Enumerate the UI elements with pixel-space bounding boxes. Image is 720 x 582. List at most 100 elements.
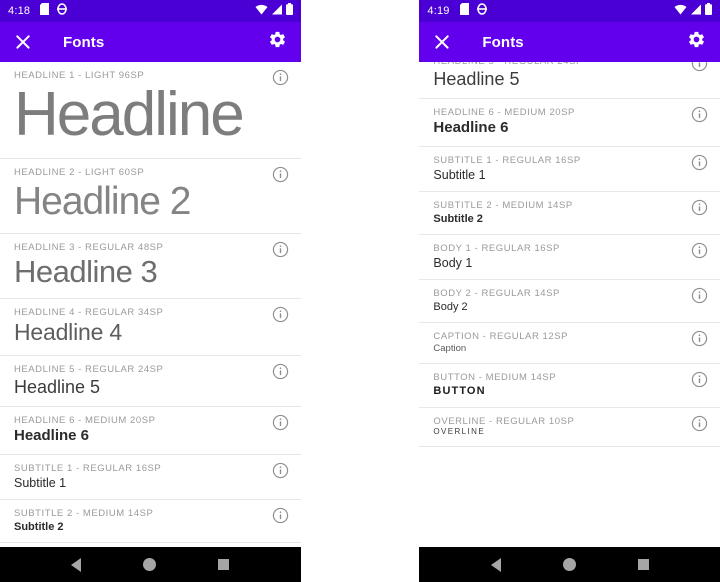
status-right-icons — [255, 2, 293, 20]
info-icon[interactable] — [272, 306, 289, 323]
font-style-row[interactable]: SUBTITLE 1 - REGULAR 16SP Subtitle 1 — [419, 146, 720, 192]
app-bar: Fonts — [0, 22, 301, 62]
system-navigation-bar — [419, 547, 720, 582]
info-icon[interactable] — [272, 69, 289, 86]
font-style-label: HEADLINE 6 - MEDIUM 20SP — [14, 415, 156, 427]
info-icon[interactable] — [691, 199, 708, 216]
cell-signal-icon — [271, 2, 283, 20]
recents-icon[interactable] — [637, 559, 649, 570]
font-style-label: BUTTON - MEDIUM 14SP — [433, 372, 557, 384]
font-style-row[interactable]: BODY 2 - REGULAR 14SP Body 2 — [419, 279, 720, 323]
font-style-sample: Body 2 — [433, 300, 468, 313]
status-bar: 4:19 — [419, 0, 720, 22]
font-style-sample: Subtitle 2 — [433, 212, 483, 225]
font-style-sample: Headline — [14, 79, 245, 149]
status-left-icons — [459, 2, 487, 20]
font-style-sample: Subtitle 2 — [14, 520, 64, 533]
battery-icon — [285, 2, 293, 20]
dual-screenshot-stage: 4:18 Fonts HEADLINE 1 - LIGHT 96SP Headline… — [0, 0, 720, 582]
home-icon[interactable] — [562, 558, 576, 571]
close-icon[interactable] — [14, 33, 32, 51]
status-clock: 4:18 — [8, 5, 31, 17]
settings-icon[interactable] — [687, 30, 706, 54]
font-style-list[interactable]: HEADLINE 1 - LIGHT 96SPHeadlineHEADLINE … — [419, 62, 720, 547]
back-icon[interactable] — [490, 557, 501, 572]
font-style-sample: OVERLINE — [433, 427, 486, 437]
info-icon[interactable] — [691, 154, 708, 171]
font-style-label: SUBTITLE 2 - MEDIUM 14SP — [14, 507, 154, 519]
font-style-label: HEADLINE 5 - REGULAR 24SP — [14, 364, 164, 376]
info-icon[interactable] — [272, 363, 289, 380]
font-style-row[interactable]: CAPTION - REGULAR 12SP Caption — [419, 322, 720, 365]
font-style-label: HEADLINE 2 - LIGHT 60SP — [14, 167, 145, 179]
font-style-row[interactable]: HEADLINE 4 - REGULAR 34SP Headline 4 — [0, 299, 301, 357]
info-icon[interactable] — [691, 371, 708, 388]
phone-screen-right: 4:19 Fonts HEADLINE 1 - LIGHT 96SPHeadline… — [419, 0, 720, 582]
bluetooth-headset-icon — [57, 2, 68, 20]
info-icon[interactable] — [691, 330, 708, 347]
status-right-icons — [674, 2, 712, 20]
font-style-sample: BUTTON — [433, 385, 486, 398]
font-style-row[interactable]: BODY 1 - REGULAR 16SPBody 1 — [0, 542, 301, 547]
font-style-sample: Headline 6 — [14, 426, 90, 444]
font-style-label: OVERLINE - REGULAR 10SP — [433, 415, 575, 427]
font-style-row[interactable]: HEADLINE 1 - LIGHT 96SP Headline — [0, 62, 301, 160]
font-style-row[interactable]: SUBTITLE 2 - MEDIUM 14SP Subtitle 2 — [419, 191, 720, 235]
font-style-label: BODY 2 - REGULAR 14SP — [433, 287, 560, 299]
sim-card-icon — [459, 2, 469, 20]
font-style-label: HEADLINE 3 - REGULAR 48SP — [14, 241, 164, 253]
battery-icon — [705, 2, 712, 20]
font-style-sample: Headline 5 — [433, 68, 520, 89]
font-style-label: HEADLINE 5 - REGULAR 24SP — [433, 62, 706, 68]
status-clock: 4:19 — [427, 5, 450, 17]
font-style-row[interactable]: BUTTON - MEDIUM 14SP BUTTON — [419, 364, 720, 408]
info-icon[interactable] — [272, 462, 289, 479]
font-style-sample: Body 1 — [433, 255, 473, 270]
home-icon[interactable] — [143, 558, 157, 571]
cell-signal-icon — [690, 2, 702, 20]
info-icon[interactable] — [691, 106, 708, 123]
font-style-row[interactable]: OVERLINE - REGULAR 10SP OVERLINE — [419, 407, 720, 448]
app-bar-title: Fonts — [63, 33, 105, 51]
phone-screen-left: 4:18 Fonts HEADLINE 1 - LIGHT 96SP Headline… — [0, 0, 301, 582]
recents-icon[interactable] — [218, 559, 230, 570]
font-style-sample: Subtitle 1 — [14, 475, 67, 490]
info-icon[interactable] — [272, 507, 289, 524]
sim-card-icon — [40, 2, 50, 20]
info-icon[interactable] — [691, 62, 708, 72]
font-style-label: BODY 1 - REGULAR 16SP — [433, 242, 560, 254]
info-icon[interactable] — [272, 241, 289, 258]
font-style-row[interactable]: HEADLINE 6 - MEDIUM 20SP Headline 6 — [0, 407, 301, 455]
font-style-list-content: HEADLINE 1 - LIGHT 96SPHeadlineHEADLINE … — [419, 62, 720, 448]
font-style-sample: Headline 5 — [14, 376, 101, 397]
font-style-row[interactable]: HEADLINE 6 - MEDIUM 20SP Headline 6 — [419, 99, 720, 147]
font-style-label: CAPTION - REGULAR 12SP — [433, 330, 568, 342]
info-icon[interactable] — [272, 166, 289, 183]
font-style-row[interactable]: BODY 1 - REGULAR 16SPBody 1 — [419, 234, 720, 280]
app-bar: Fonts — [419, 22, 720, 62]
font-style-label: HEADLINE 4 - REGULAR 34SP — [14, 307, 164, 319]
font-style-sample: Caption — [433, 342, 467, 354]
font-style-row[interactable]: HEADLINE 5 - REGULAR 24SPHeadline 5 — [0, 356, 301, 408]
font-style-row[interactable]: SUBTITLE 1 - REGULAR 16SP Subtitle 1 — [0, 454, 301, 500]
font-style-label: SUBTITLE 1 - REGULAR 16SP — [14, 462, 162, 474]
info-icon[interactable] — [691, 242, 708, 259]
font-style-row[interactable]: HEADLINE 3 - REGULAR 48SP Headline 3 — [0, 233, 301, 300]
info-icon[interactable] — [691, 287, 708, 304]
font-style-list[interactable]: HEADLINE 1 - LIGHT 96SPHeadlineHEADLINE … — [0, 62, 301, 547]
font-style-list-content: HEADLINE 1 - LIGHT 96SPHeadlineHEADLINE … — [0, 62, 301, 547]
font-style-row[interactable]: HEADLINE 5 - REGULAR 24SPHeadline 5 — [419, 62, 720, 100]
font-style-label: SUBTITLE 2 - MEDIUM 14SP — [433, 199, 573, 211]
info-icon[interactable] — [272, 414, 289, 431]
font-style-sample: Headline 3 — [14, 253, 158, 289]
settings-icon[interactable] — [268, 30, 287, 54]
font-style-row[interactable]: HEADLINE 2 - LIGHT 60SP Headline 2 — [0, 159, 301, 234]
close-icon[interactable] — [433, 33, 451, 51]
status-left-icons — [40, 2, 68, 20]
wifi-icon — [674, 2, 687, 20]
info-icon[interactable] — [691, 415, 708, 432]
back-icon[interactable] — [71, 557, 82, 572]
wifi-icon — [255, 2, 268, 20]
font-style-row[interactable]: SUBTITLE 2 - MEDIUM 14SP Subtitle 2 — [0, 499, 301, 543]
font-style-sample: Headline 4 — [14, 319, 122, 346]
